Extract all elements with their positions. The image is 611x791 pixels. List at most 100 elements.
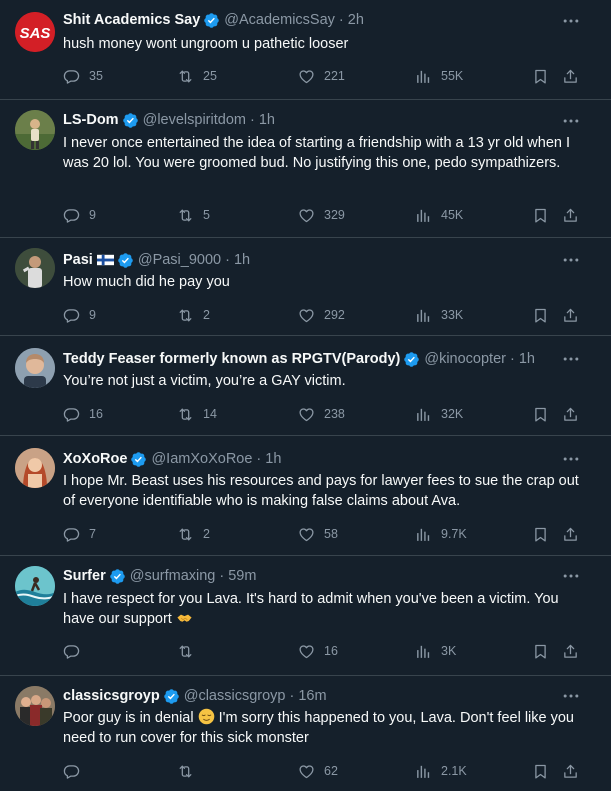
avatar[interactable] [15, 566, 55, 606]
more-icon[interactable] [561, 349, 581, 369]
verified-badge-icon [130, 451, 147, 468]
tweet[interactable]: Pasi @Pasi_9000 · 1h How much did he pay… [0, 238, 611, 336]
like-button[interactable]: 329 [298, 205, 345, 225]
like-button[interactable]: 62 [298, 761, 338, 781]
like-button[interactable]: 58 [298, 524, 338, 544]
share-button[interactable] [562, 66, 579, 86]
like-count: 238 [324, 407, 345, 421]
more-icon[interactable] [561, 111, 581, 131]
like-icon [298, 68, 315, 85]
timestamp[interactable]: 1h [259, 110, 275, 130]
reply-button[interactable]: 9 [63, 305, 96, 325]
views-button[interactable]: 33K [415, 305, 463, 325]
like-button[interactable]: 238 [298, 404, 345, 424]
bookmark-button[interactable] [532, 524, 549, 544]
bookmark-button[interactable] [532, 404, 549, 424]
reply-button[interactable] [63, 641, 89, 661]
timestamp[interactable]: 1h [265, 449, 281, 469]
reply-button[interactable]: 9 [63, 205, 96, 225]
display-name[interactable]: Surfer [63, 566, 106, 586]
like-icon [298, 763, 315, 780]
views-button[interactable]: 45K [415, 205, 463, 225]
retweet-button[interactable]: 25 [177, 66, 217, 86]
more-icon[interactable] [561, 250, 581, 270]
tweet[interactable]: LS-Dom @levelspiritdom · 1h I never once… [0, 100, 611, 238]
display-name[interactable]: XoXoRoe [63, 449, 127, 469]
share-button[interactable] [562, 524, 579, 544]
more-icon[interactable] [561, 686, 581, 706]
retweet-button[interactable]: 14 [177, 404, 217, 424]
tweet[interactable]: Surfer @surfmaxing · 59m I have respect … [0, 556, 611, 676]
avatar[interactable] [15, 248, 55, 288]
bookmark-button[interactable] [532, 305, 549, 325]
more-icon[interactable] [561, 449, 581, 469]
share-button[interactable] [562, 404, 579, 424]
separator-dot: · [289, 688, 295, 704]
display-name[interactable]: Pasi [63, 250, 93, 270]
views-icon [415, 643, 432, 660]
more-icon[interactable] [561, 566, 581, 586]
display-name[interactable]: LS-Dom [63, 110, 119, 130]
bookmark-button[interactable] [532, 641, 549, 661]
timestamp[interactable]: 1h [234, 250, 250, 270]
like-icon [298, 307, 315, 324]
share-button[interactable] [562, 641, 579, 661]
tweet[interactable]: SAS Shit Academics Say @AcademicsSay · 2… [0, 0, 611, 100]
timestamp[interactable]: 2h [348, 10, 364, 30]
timestamp[interactable]: 59m [228, 566, 256, 586]
reply-button[interactable]: 7 [63, 524, 96, 544]
bookmark-button[interactable] [532, 205, 549, 225]
views-button[interactable]: 9.7K [415, 524, 467, 544]
views-button[interactable]: 55K [415, 66, 463, 86]
tweet[interactable]: Teddy Feaser formerly known as RPGTV(Par… [0, 336, 611, 436]
like-count: 62 [324, 764, 338, 778]
views-button[interactable]: 32K [415, 404, 463, 424]
handle[interactable]: @kinocopter [424, 349, 506, 369]
retweet-button[interactable]: 2 [177, 305, 210, 325]
bookmark-icon [532, 763, 549, 780]
bookmark-icon [532, 526, 549, 543]
views-button[interactable]: 3K [415, 641, 456, 661]
handle[interactable]: @Pasi_9000 [138, 250, 221, 270]
bookmark-icon [532, 406, 549, 423]
retweet-button[interactable]: 2 [177, 524, 210, 544]
like-button[interactable]: 16 [298, 641, 338, 661]
bookmark-button[interactable] [532, 66, 549, 86]
timestamp[interactable]: 16m [298, 686, 326, 706]
reply-icon [63, 643, 80, 660]
handle[interactable]: @classicsgroyp [184, 686, 286, 706]
handle[interactable]: @AcademicsSay [224, 10, 335, 30]
retweet-button[interactable] [177, 761, 203, 781]
reply-button[interactable]: 16 [63, 404, 103, 424]
tweet[interactable]: XoXoRoe @IamXoXoRoe · 1h I hope Mr. Beas… [0, 436, 611, 556]
avatar[interactable] [15, 686, 55, 726]
avatar[interactable] [15, 448, 55, 488]
avatar-image [15, 348, 55, 388]
timestamp[interactable]: 1h [519, 349, 535, 369]
retweet-button[interactable] [177, 641, 203, 661]
like-button[interactable]: 292 [298, 305, 345, 325]
share-button[interactable] [562, 305, 579, 325]
reply-button[interactable]: 35 [63, 66, 103, 86]
display-name[interactable]: classicsgroyp [63, 686, 160, 706]
avatar[interactable] [15, 348, 55, 388]
share-icon [562, 643, 579, 660]
like-button[interactable]: 221 [298, 66, 345, 86]
bookmark-button[interactable] [532, 761, 549, 781]
handle[interactable]: @surfmaxing [130, 566, 216, 586]
reply-button[interactable] [63, 761, 89, 781]
handle[interactable]: @IamXoXoRoe [151, 449, 252, 469]
avatar[interactable]: SAS [15, 12, 55, 52]
like-count: 58 [324, 527, 338, 541]
retweet-button[interactable]: 5 [177, 205, 210, 225]
share-button[interactable] [562, 205, 579, 225]
views-button[interactable]: 2.1K [415, 761, 467, 781]
share-button[interactable] [562, 761, 579, 781]
display-name[interactable]: Shit Academics Say [63, 10, 200, 30]
avatar[interactable] [15, 110, 55, 150]
handshake-emoji [177, 614, 192, 622]
more-icon[interactable] [561, 11, 581, 31]
display-name[interactable]: Teddy Feaser formerly known as RPGTV(Par… [63, 349, 400, 369]
handle[interactable]: @levelspiritdom [143, 110, 246, 130]
tweet[interactable]: classicsgroyp @classicsgroyp · 16m Poor … [0, 676, 611, 791]
